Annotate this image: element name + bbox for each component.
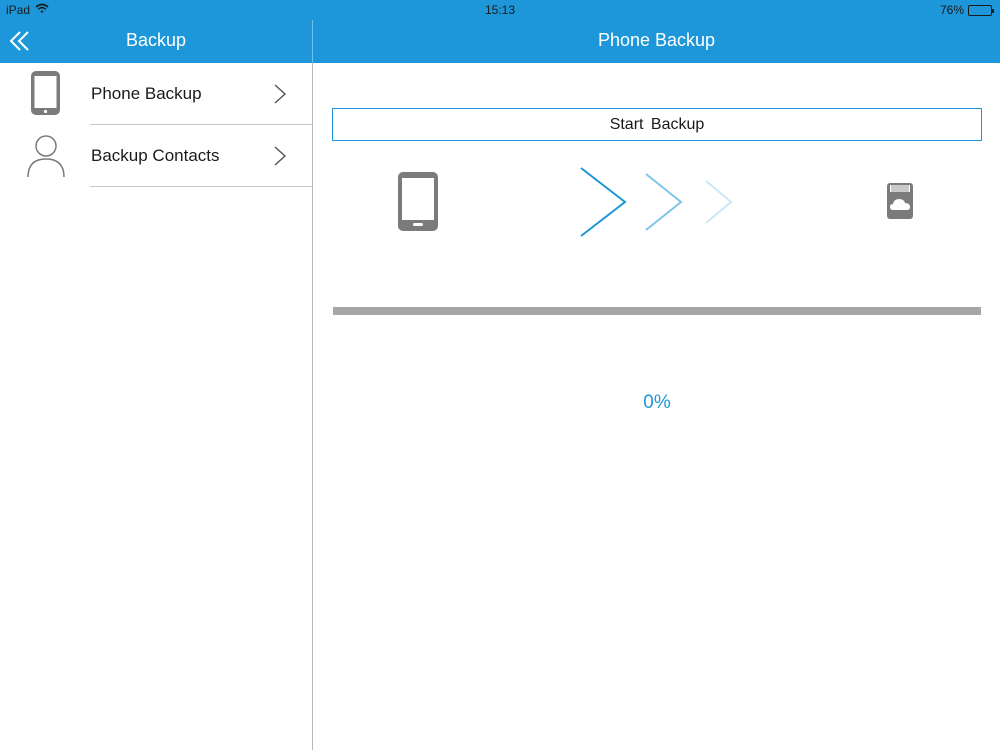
status-right: 76% xyxy=(939,3,994,17)
item-label-phone-backup: Phone Backup xyxy=(91,84,202,103)
start-backup-button[interactable]: Start Backup xyxy=(332,108,982,141)
phone-icon xyxy=(31,71,60,115)
item-label-backup-contacts: Backup Contacts xyxy=(91,146,220,165)
detail-pane: Start Backup 0% xyxy=(314,63,1000,750)
row-separator xyxy=(90,186,312,187)
battery-icon xyxy=(968,4,994,16)
list-item-phone-backup[interactable]: Phone Backup xyxy=(0,63,312,125)
status-time: 15:13 xyxy=(484,3,516,17)
list-item-backup-contacts[interactable]: Backup Contacts xyxy=(0,125,312,187)
status-bar: iPad 15:13 76% xyxy=(0,0,1000,20)
detail-navbar: Phone Backup xyxy=(313,20,1000,63)
chevron-right-icon xyxy=(274,146,287,166)
person-icon xyxy=(27,135,65,178)
progress-percent: 0% xyxy=(643,392,671,413)
sd-card-cloud-icon xyxy=(887,183,913,219)
master-title: Backup xyxy=(125,30,187,50)
chevron-right-icon xyxy=(274,84,287,104)
progress-bar xyxy=(333,307,981,315)
battery-percent: 76% xyxy=(939,3,964,17)
device-phone-icon xyxy=(398,172,438,231)
backup-menu: Phone Backup Backup Contacts xyxy=(0,63,313,750)
detail-title: Phone Backup xyxy=(597,30,716,50)
master-navbar: Backup xyxy=(0,20,312,63)
transfer-arrows-icon xyxy=(580,167,733,237)
